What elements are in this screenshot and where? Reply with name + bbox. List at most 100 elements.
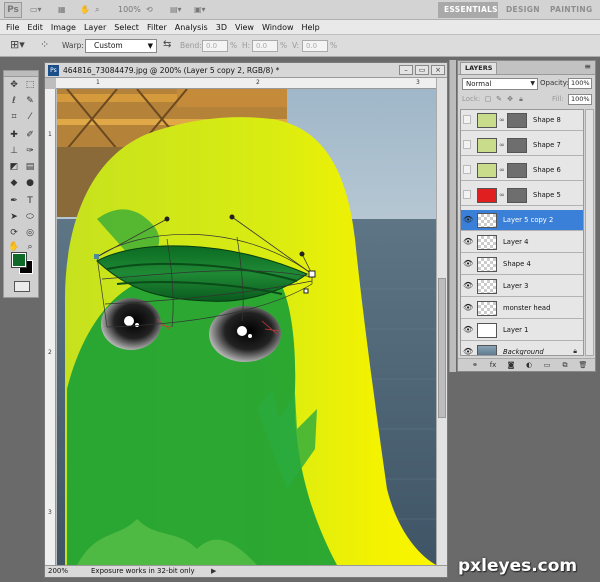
menu-select[interactable]: Select [114,23,139,32]
layer-row-monster-head[interactable]: 👁︎ monster head [461,298,583,319]
arrange-icon[interactable]: ▦ [58,3,66,17]
trash-icon[interactable]: 🗑︎ [578,361,588,370]
layer-row-shape-4[interactable]: 👁︎ Shape 4 [461,254,583,275]
close-icon[interactable]: × [431,65,445,75]
maximize-icon[interactable]: ▭ [415,65,429,75]
quick-mask-icon[interactable] [14,281,30,292]
type-tool-icon[interactable]: T [24,195,36,207]
link-layers-icon[interactable]: ⚭ [470,361,480,370]
new-layer-icon[interactable]: ⧉ [560,361,570,370]
gradient-tool-icon[interactable]: ▤ [24,161,36,173]
visibility-toggle[interactable] [463,140,471,149]
dodge-tool-icon[interactable]: ● [24,177,36,189]
eye-icon[interactable]: 👁︎ [463,216,473,224]
status-menu-arrow-icon[interactable]: ▶ [211,566,216,577]
vertical-scrollbar[interactable] [436,78,447,565]
adjustment-layer-icon[interactable]: ◐ [524,361,534,370]
layer-row-background[interactable]: 👁︎ Background 🔒︎ [461,342,583,356]
zoom-field[interactable]: 200% [48,566,78,577]
clone-stamp-tool-icon[interactable]: ⊥ [8,145,20,157]
minimize-icon[interactable]: – [399,65,413,75]
layer-row-layer-3[interactable]: 👁︎ Layer 3 [461,276,583,297]
zoom-icon[interactable]: ⌕ [95,3,99,17]
scrollbar-thumb[interactable] [438,278,446,418]
visibility-toggle[interactable] [463,165,471,174]
menu-window[interactable]: Window [262,23,294,32]
h-field[interactable]: 0.0 [252,40,278,52]
layer-row-shape-6[interactable]: ∞ Shape 6 [461,160,583,181]
layer-row-layer-1[interactable]: 👁︎ Layer 1 [461,320,583,341]
eyedropper-tool-icon[interactable]: ⁄ [24,111,36,123]
foreground-color-swatch[interactable] [11,252,27,268]
menu-3d[interactable]: 3D [216,23,227,32]
visibility-toggle[interactable] [463,190,471,199]
layers-scrollbar[interactable] [585,109,594,356]
path-select-tool-icon[interactable]: ➤ [8,211,20,223]
opacity-field[interactable]: 100% [568,78,592,89]
reference-point-icon[interactable]: ⁘ [40,38,49,51]
blend-mode-select[interactable]: Normal ▼ [462,78,538,90]
hand-tool-icon[interactable]: ✋ [8,241,20,253]
workspace-essentials[interactable]: ESSENTIALS [438,2,498,18]
panel-dock-rail[interactable] [449,60,456,372]
zoom-tool-icon[interactable]: ⌕ [24,241,36,253]
move-tool-icon[interactable]: ✥ [8,79,20,91]
menu-filter[interactable]: Filter [147,23,167,32]
canvas[interactable] [57,89,436,565]
history-brush-tool-icon[interactable]: ✑ [24,145,36,157]
layer-row-shape-8[interactable]: ∞ Shape 8 [461,110,583,131]
layer-row-shape-7[interactable]: ∞ Shape 7 [461,135,583,156]
v-field[interactable]: 0.0 [302,40,328,52]
shape-tool-icon[interactable]: ⬭ [24,211,36,223]
crop-tool-icon[interactable]: ⌗ [8,111,20,123]
menu-analysis[interactable]: Analysis [175,23,208,32]
lock-pixels-icon[interactable]: ✎ [495,95,503,103]
eye-icon[interactable]: 👁︎ [463,304,473,312]
eye-icon[interactable]: 👁︎ [463,326,473,334]
fill-field[interactable]: 100% [568,94,592,105]
document-titlebar[interactable]: Ps 464816_73084479.jpg @ 200% (Layer 5 c… [45,63,447,78]
warp-orientation-icon[interactable]: ⇆ [163,39,171,50]
layer-style-icon[interactable]: fx [488,361,498,370]
menu-image[interactable]: Image [51,23,76,32]
3d-orbit-tool-icon[interactable]: ◎ [24,227,36,239]
transform-tool-icon[interactable]: ⊞▾ [10,38,25,51]
hand-icon[interactable]: ✋ [80,3,90,17]
lock-transparency-icon[interactable]: ▢ [484,95,492,103]
lock-position-icon[interactable]: ✥ [506,95,514,103]
tab-layers[interactable]: LAYERS [460,62,498,74]
vertical-ruler[interactable]: 1 2 3 [45,89,56,565]
quick-select-tool-icon[interactable]: ✎ [24,95,36,107]
eye-icon[interactable]: 👁︎ [463,348,473,356]
eye-icon[interactable]: 👁︎ [463,260,473,268]
healing-brush-tool-icon[interactable]: ✚ [8,129,20,141]
lock-all-icon[interactable]: 🔒︎ [517,95,525,103]
panel-menu-icon[interactable]: ≡ [584,62,591,71]
eraser-tool-icon[interactable]: ◩ [8,161,20,173]
menu-view[interactable]: View [235,23,254,32]
screen-mode-icon[interactable]: ▣▾ [194,3,206,17]
horizontal-ruler[interactable]: 1 2 3 [56,78,436,89]
bridge-icon[interactable]: ▭▾ [30,3,42,17]
layer-row-layer-5-copy-2[interactable]: 👁︎ Layer 5 copy 2 [461,210,583,231]
rotate-icon[interactable]: ⟲ [146,3,153,17]
workspace-painting[interactable]: PAINTING [544,2,598,18]
zoom-level[interactable]: 100% [118,3,141,17]
bend-field[interactable]: 0.0 [202,40,228,52]
layer-row-shape-5[interactable]: ∞ Shape 5 [461,185,583,206]
layer-row-layer-4[interactable]: 👁︎ Layer 4 [461,232,583,253]
visibility-toggle[interactable] [463,115,471,124]
blur-tool-icon[interactable]: ◆ [8,177,20,189]
eye-icon[interactable]: 👁︎ [463,238,473,246]
menu-file[interactable]: File [6,23,19,32]
eye-icon[interactable]: 👁︎ [463,282,473,290]
menu-edit[interactable]: Edit [27,23,43,32]
lasso-tool-icon[interactable]: ℓ [8,95,20,107]
arrange-docs-icon[interactable]: ▤▾ [170,3,182,17]
3d-rotate-tool-icon[interactable]: ⟳ [8,227,20,239]
add-mask-icon[interactable]: ◙ [506,361,516,370]
menu-layer[interactable]: Layer [84,23,106,32]
menu-help[interactable]: Help [302,23,320,32]
marquee-tool-icon[interactable]: ⬚ [24,79,36,91]
workspace-design[interactable]: DESIGN [500,2,546,18]
